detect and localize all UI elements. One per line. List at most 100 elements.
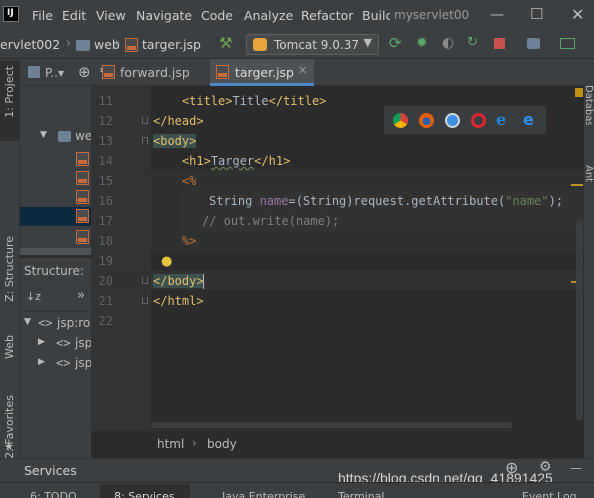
rerun-icon[interactable]: ⟳ [389, 34, 405, 52]
services-label[interactable]: Services [24, 463, 77, 478]
menu-edit[interactable]: Edit [62, 8, 86, 23]
code-editor[interactable] [151, 86, 584, 430]
more-chevron-icon[interactable]: » [77, 288, 85, 303]
layout-icon[interactable] [560, 38, 575, 49]
fold-marker-icon[interactable] [142, 297, 148, 304]
error-stripe-mark[interactable] [571, 184, 583, 186]
opera-icon[interactable] [471, 113, 486, 128]
expand-arrow-icon[interactable]: ▼ [40, 130, 47, 140]
hide-panel-icon[interactable]: — [570, 461, 582, 475]
close-tab-icon[interactable]: ✕ [298, 64, 307, 77]
structure-item[interactable]: jsp:ro [57, 316, 90, 330]
code-token: </html> [153, 294, 204, 308]
structure-tool-label[interactable]: Z: Structure [3, 236, 16, 302]
jsp-file-icon[interactable] [76, 152, 89, 166]
minimize-icon[interactable]: — [490, 7, 504, 23]
code-token: String [209, 194, 260, 208]
nav-crumb-project[interactable]: ervlet002 [0, 37, 60, 52]
tab-forward-jsp[interactable]: forward.jsp [100, 59, 204, 86]
code-token: %> [181, 234, 197, 248]
code-token: Title [232, 94, 269, 108]
sort-alpha-icon[interactable]: ↓z [26, 290, 41, 303]
globe-icon[interactable]: ⊕ [505, 458, 518, 477]
jsp-file-icon[interactable] [76, 209, 89, 223]
project-view-select[interactable]: P..▾ [45, 66, 64, 80]
code-line-14: <h1>Targer</h1> [153, 154, 290, 168]
menu-build[interactable]: Builc [362, 8, 390, 23]
run-config-select[interactable]: Tomcat 9.0.37 ▼ [246, 34, 379, 55]
intention-bulb-icon[interactable]: ● [161, 254, 172, 269]
menu-file[interactable]: File [32, 8, 53, 23]
line-number: 14 [98, 154, 113, 168]
safari-icon[interactable] [445, 113, 460, 128]
breadcrumb-html[interactable]: html [157, 437, 184, 451]
chrome-icon[interactable] [393, 113, 408, 128]
fold-marker-icon[interactable] [142, 277, 148, 284]
menu-navigate[interactable]: Navigate [136, 8, 192, 23]
code-token: <% [181, 174, 197, 188]
code-token: // out.write(name); [202, 214, 340, 228]
editor-scrollbar[interactable] [576, 220, 583, 420]
expand-arrow-icon[interactable]: ▼ [24, 317, 31, 327]
ie-icon[interactable]: e [496, 110, 506, 129]
build-hammer-icon[interactable]: ⚒ [219, 34, 235, 52]
project-tool-label[interactable]: 1: Project [3, 66, 16, 118]
chevron-right-icon: › [115, 36, 121, 51]
coverage-icon[interactable]: ◐ [442, 35, 458, 51]
tree-web-folder[interactable]: we [75, 129, 92, 143]
tag-icon: <> [38, 316, 53, 330]
close-window-icon[interactable]: ✕ [571, 5, 584, 24]
nav-crumb-file[interactable]: targer.jsp [142, 37, 201, 52]
structure-item[interactable]: jsp [75, 356, 92, 370]
update-app-icon[interactable]: ↻ [467, 35, 483, 51]
ant-tool-label[interactable]: Ant [586, 165, 594, 190]
services-tab[interactable]: 8: Services [114, 490, 175, 498]
warning-indicator-icon[interactable] [575, 88, 583, 97]
maximize-icon[interactable]: ☐ [530, 5, 543, 23]
jsp-file-icon [216, 65, 229, 79]
todo-tab[interactable]: 6: TODO [30, 490, 77, 498]
jsp-file-icon[interactable] [76, 190, 89, 204]
chevron-down-icon: ▼ [363, 36, 372, 49]
project-scrollbar[interactable] [20, 248, 91, 255]
favorites-star-icon[interactable]: ★ [4, 440, 14, 453]
text-caret [203, 274, 204, 289]
tab-targer-jsp[interactable]: targer.jsp ✕ [210, 59, 314, 86]
code-token: </title> [268, 94, 327, 108]
project-structure-icon[interactable] [527, 38, 540, 49]
edge-icon[interactable]: e [523, 110, 534, 129]
code-token: <body> [153, 134, 197, 148]
settings-gear-icon[interactable]: ⚙ [539, 459, 552, 475]
horizontal-scrollbar[interactable] [151, 422, 513, 428]
java-enterprise-tab[interactable]: Java Enterprise [222, 490, 305, 498]
event-log-tab[interactable]: Event Log [522, 490, 577, 498]
stop-icon[interactable] [494, 38, 505, 49]
breadcrumb-body[interactable]: body [207, 437, 237, 451]
menu-analyze[interactable]: Analyze [244, 8, 293, 23]
jsp-file-icon[interactable] [76, 171, 89, 185]
web-tool-label[interactable]: Web [3, 335, 16, 359]
code-line-18: %> [153, 234, 196, 248]
collapse-arrow-icon[interactable]: ▶ [38, 337, 45, 347]
project-view-icon [28, 66, 40, 78]
intellij-logo-icon[interactable]: IJ [3, 6, 19, 22]
structure-divider [20, 311, 91, 312]
menu-code[interactable]: Code [201, 8, 233, 23]
code-token: </h1> [254, 154, 291, 168]
fold-marker-icon[interactable] [142, 137, 148, 144]
menu-view[interactable]: View [96, 8, 126, 23]
line-number: 21 [98, 294, 113, 308]
line-number: 12 [98, 114, 113, 128]
jsp-file-icon [125, 38, 138, 52]
fold-marker-icon[interactable] [142, 117, 148, 124]
debug-bug-icon[interactable]: ✹ [416, 35, 432, 51]
menu-refactor[interactable]: Refactor [301, 8, 353, 23]
firefox-icon[interactable] [419, 113, 434, 128]
terminal-tab[interactable]: Terminal [338, 490, 385, 498]
target-icon[interactable]: ⊕ [78, 63, 91, 81]
structure-item[interactable]: jsp [75, 336, 92, 350]
collapse-arrow-icon[interactable]: ▶ [38, 357, 45, 367]
jsp-file-icon[interactable] [76, 230, 89, 244]
database-tool-label[interactable]: Database [586, 85, 594, 125]
